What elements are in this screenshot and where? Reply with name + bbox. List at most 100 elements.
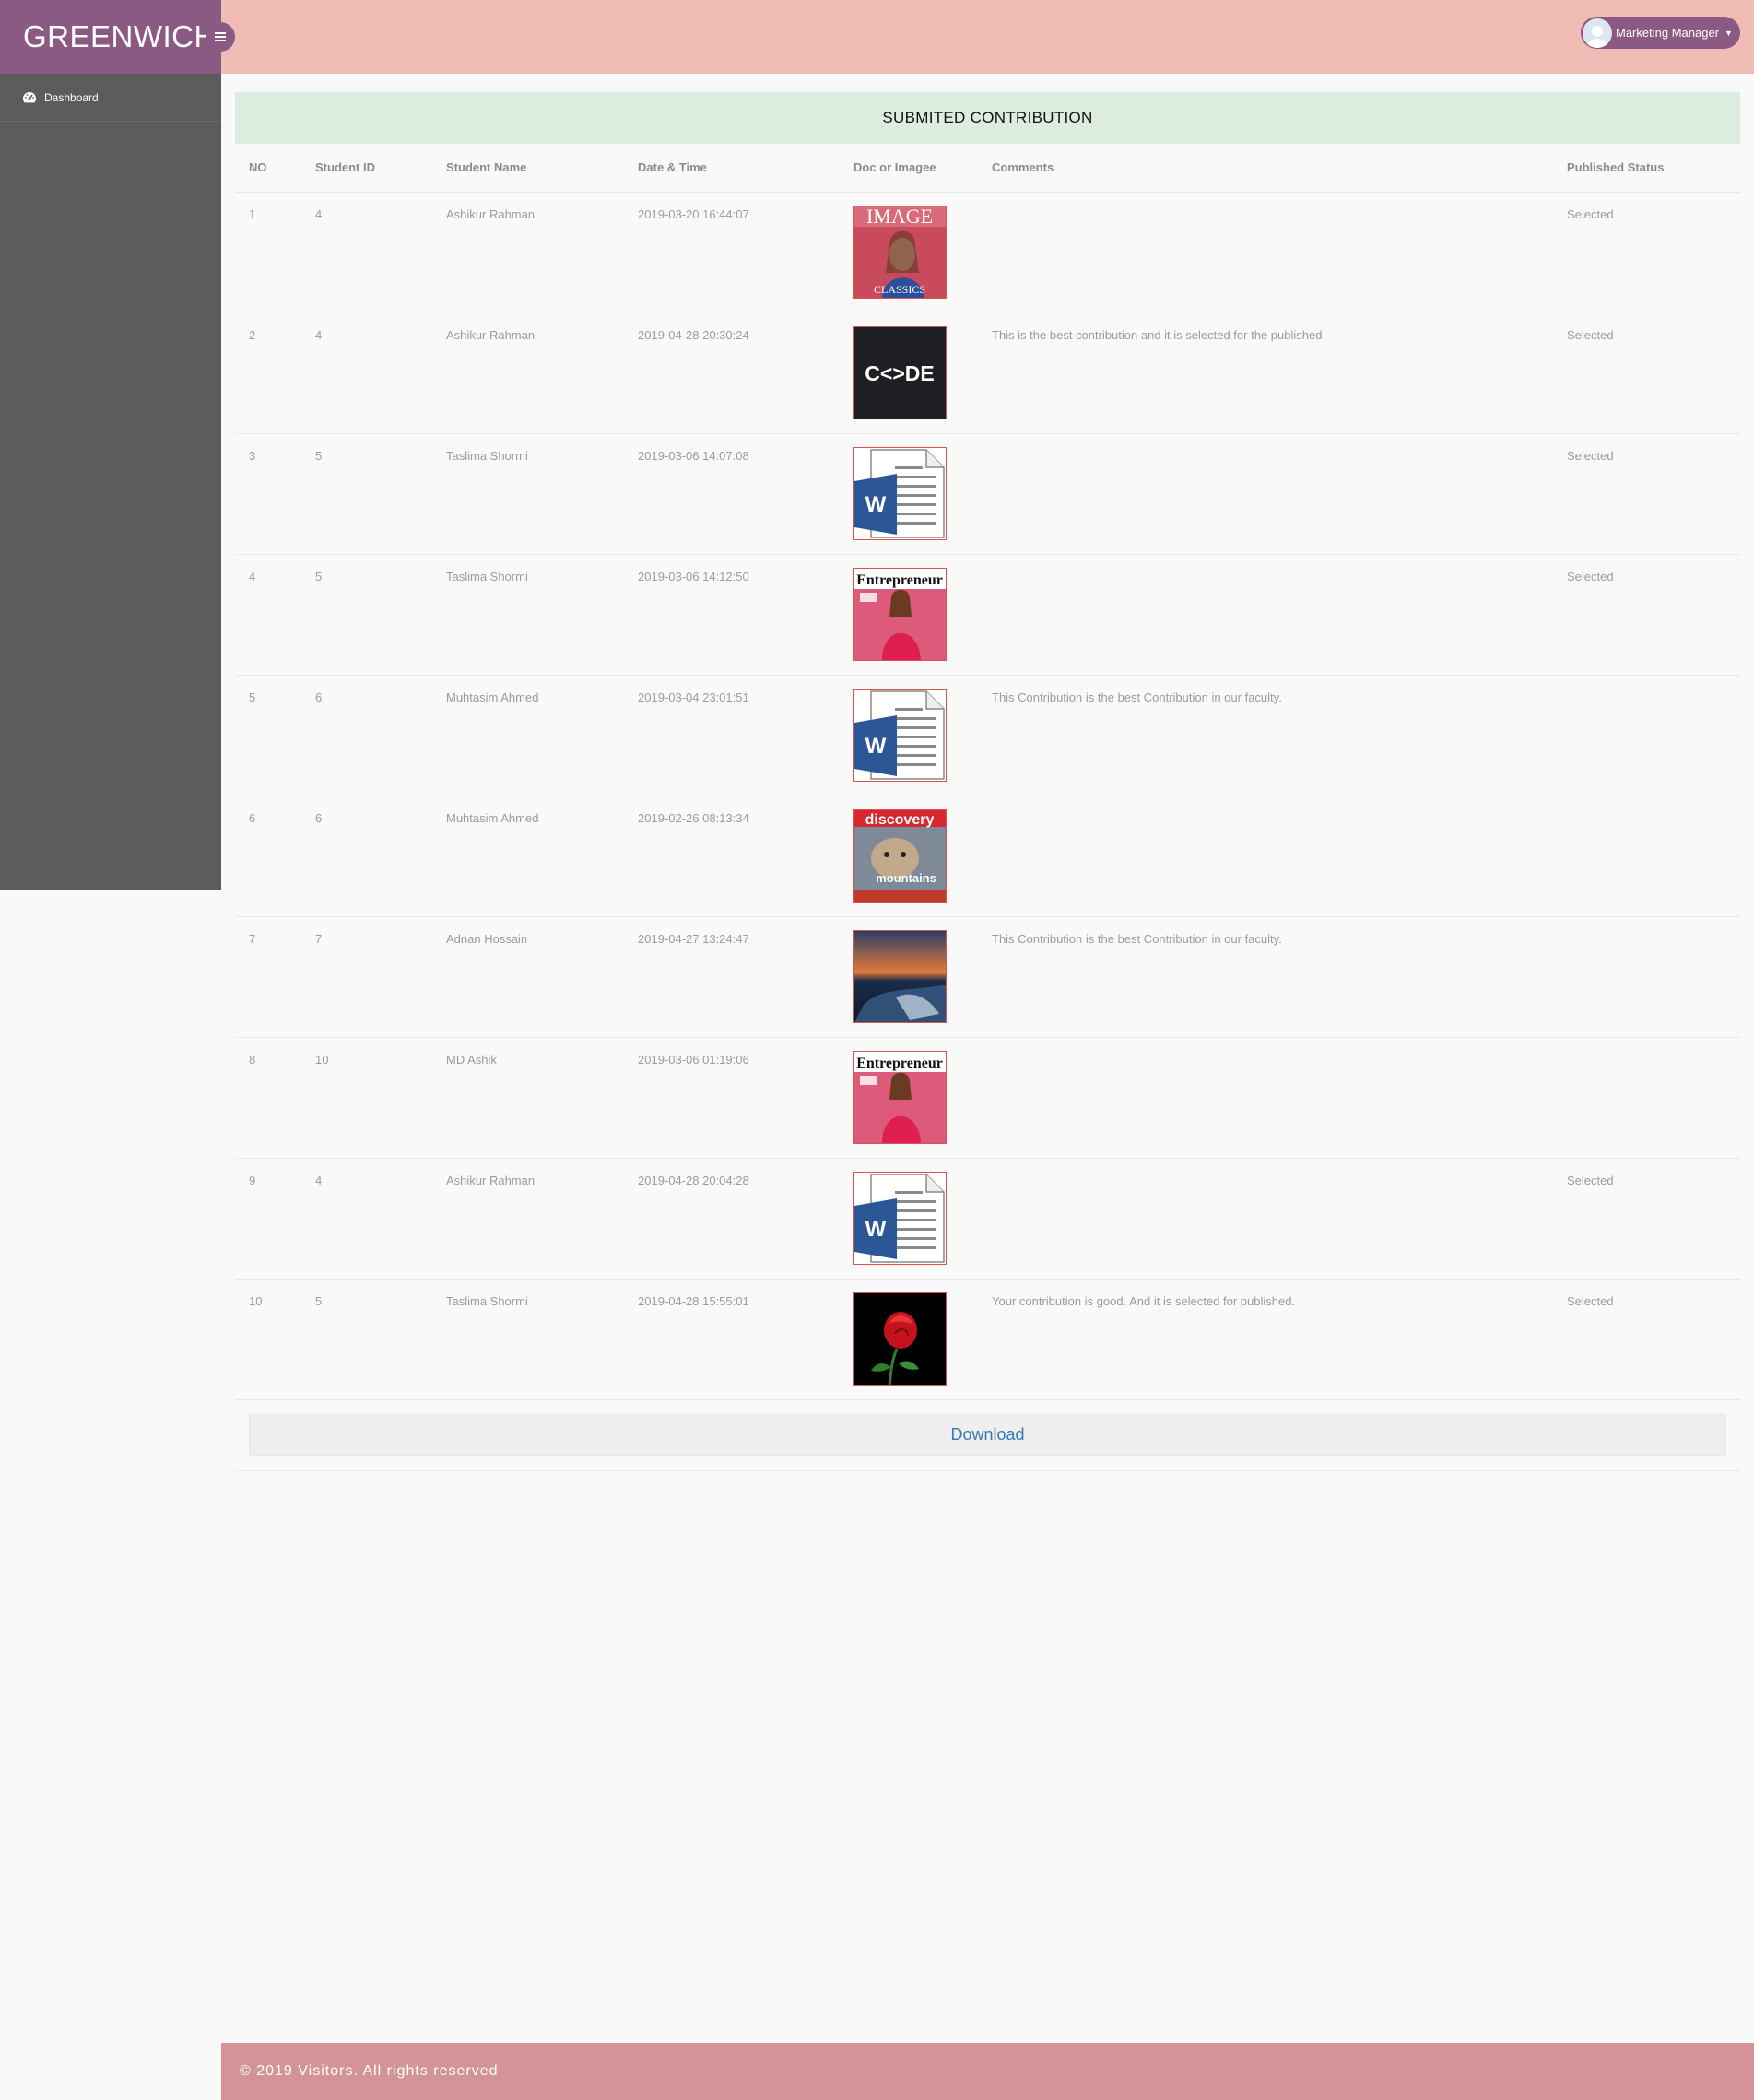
thumb-subtitle: CLASSICS	[874, 283, 925, 296]
cell-student-id: 10	[301, 1037, 432, 1159]
dashboard-icon	[23, 91, 36, 102]
word-doc-thumbnail[interactable]: W	[853, 1171, 947, 1265]
table-row: 6 6 Muhtasim Ahmed 2019-02-26 08:13:34 d…	[235, 796, 1740, 917]
thumb-title: IMAGE	[866, 206, 933, 228]
cell-comment	[978, 1037, 1553, 1159]
cell-student-id: 6	[301, 675, 432, 796]
cell-thumbnail: discovery mountains	[840, 796, 978, 917]
top-bar	[221, 0, 1754, 74]
table-row: 4 5 Taslima Shormi 2019-03-06 14:12:50 E…	[235, 554, 1740, 676]
cell-thumbnail: W	[840, 433, 978, 555]
cell-datetime: 2019-04-28 20:30:24	[624, 313, 840, 434]
cell-no: 2	[235, 313, 301, 434]
cell-comment: Your contribution is good. And it is sel…	[978, 1279, 1553, 1400]
user-avatar-icon	[1587, 25, 1607, 48]
cell-no: 8	[235, 1037, 301, 1159]
cell-student-name: Ashikur Rahman	[432, 1158, 624, 1280]
brand-logo[interactable]: GREENWICH	[0, 0, 221, 74]
cell-comment	[978, 796, 1553, 917]
cell-status: Selected	[1553, 192, 1740, 313]
download-button[interactable]: Download	[249, 1413, 1726, 1456]
cell-thumbnail	[840, 1279, 978, 1400]
cell-student-name: MD Ashik	[432, 1037, 624, 1159]
table-row: 7 7 Adnan Hossain 2019-04-27 13:24:47 Th…	[235, 916, 1740, 1038]
cell-student-name: Ashikur Rahman	[432, 313, 624, 434]
cell-comment: This is the best contribution and it is …	[978, 313, 1553, 434]
magazine-image-classics-thumbnail[interactable]: IMAGE CLASSICS	[853, 205, 947, 299]
table-row: 3 5 Taslima Shormi 2019-03-06 14:07:08 W…	[235, 433, 1740, 555]
thumb-title: W	[865, 734, 887, 759]
cell-datetime: 2019-04-27 13:24:47	[624, 916, 840, 1038]
cell-thumbnail: W	[840, 1158, 978, 1280]
cell-student-id: 4	[301, 1158, 432, 1280]
hamburger-icon	[215, 32, 226, 41]
table-row: 5 6 Muhtasim Ahmed 2019-03-04 23:01:51 W…	[235, 675, 1740, 796]
entrepreneur-magazine-thumbnail[interactable]: Entrepreneur	[853, 1050, 947, 1144]
cell-no: 3	[235, 433, 301, 555]
sidebar-item-label: Dashboard	[44, 90, 99, 104]
word-doc-thumbnail[interactable]: W	[853, 446, 947, 540]
cell-no: 9	[235, 1158, 301, 1280]
cell-datetime: 2019-03-06 01:19:06	[624, 1037, 840, 1159]
sunset-photo-thumbnail[interactable]	[853, 929, 947, 1023]
cell-datetime: 2019-04-28 20:04:28	[624, 1158, 840, 1280]
cell-thumbnail	[840, 916, 978, 1038]
cell-datetime: 2019-03-20 16:44:07	[624, 192, 840, 313]
column-header: Doc or Imagee	[840, 144, 978, 193]
thumb-title: Entrepreneur	[856, 1056, 943, 1071]
panel-title: SUBMITED CONTRIBUTION	[235, 92, 1740, 144]
cell-status	[1553, 796, 1740, 917]
cell-no: 6	[235, 796, 301, 917]
cell-comment	[978, 1158, 1553, 1280]
menu-toggle-button[interactable]	[206, 22, 235, 52]
user-role-label: Marketing Manager	[1616, 26, 1719, 40]
download-row: Download	[235, 1399, 1740, 1471]
thumb-title: W	[865, 492, 887, 517]
thumb-title: Entrepreneur	[856, 572, 943, 588]
column-header: Date & Time	[624, 144, 840, 193]
cell-status	[1553, 675, 1740, 796]
entrepreneur-magazine-thumbnail[interactable]: Entrepreneur	[853, 567, 947, 661]
word-doc-thumbnail[interactable]: W	[853, 688, 947, 782]
table-row: 2 4 Ashikur Rahman 2019-04-28 20:30:24 C…	[235, 313, 1740, 434]
code-logo-thumbnail[interactable]: C<>DE	[853, 325, 947, 419]
cell-student-name: Adnan Hossain	[432, 916, 624, 1038]
cell-student-name: Taslima Shormi	[432, 1279, 624, 1400]
column-header: Published Status	[1553, 144, 1740, 193]
footer-copyright: © 2019 Visitors. All rights reserved	[240, 2063, 499, 2079]
cell-student-name: Taslima Shormi	[432, 433, 624, 555]
cell-student-id: 5	[301, 433, 432, 555]
cell-status	[1553, 1037, 1740, 1159]
cell-thumbnail: Entrepreneur	[840, 554, 978, 676]
column-header: Student Name	[432, 144, 624, 193]
cell-student-name: Ashikur Rahman	[432, 192, 624, 313]
sidebar: Dashboard	[0, 74, 221, 890]
cell-thumbnail: IMAGE CLASSICS	[840, 192, 978, 313]
avatar	[1583, 18, 1612, 48]
cell-status: Selected	[1553, 554, 1740, 676]
cell-student-name: Muhtasim Ahmed	[432, 796, 624, 917]
column-header: Student ID	[301, 144, 432, 193]
cell-no: 7	[235, 916, 301, 1038]
cell-student-id: 4	[301, 192, 432, 313]
thumb-subtitle: mountains	[876, 871, 936, 885]
table-row: 10 5 Taslima Shormi 2019-04-28 15:55:01 …	[235, 1279, 1740, 1400]
user-menu-button[interactable]: Marketing Manager ▼	[1581, 17, 1740, 49]
cell-comment: This Contribution is the best Contributi…	[978, 916, 1553, 1038]
discovery-magazine-thumbnail[interactable]: discovery mountains	[853, 808, 947, 903]
table-row: 8 10 MD Ashik 2019-03-06 01:19:06 Entrep…	[235, 1037, 1740, 1159]
cell-student-id: 5	[301, 1279, 432, 1400]
cell-datetime: 2019-03-06 14:12:50	[624, 554, 840, 676]
cell-status: Selected	[1553, 1158, 1740, 1280]
sidebar-item-dashboard[interactable]: Dashboard	[0, 74, 221, 122]
cell-datetime: 2019-02-26 08:13:34	[624, 796, 840, 917]
rose-photo-thumbnail[interactable]	[853, 1292, 947, 1386]
column-header: Comments	[978, 144, 1553, 193]
table-row: 9 4 Ashikur Rahman 2019-04-28 20:04:28 W…	[235, 1158, 1740, 1280]
cell-status: Selected	[1553, 313, 1740, 434]
thumb-title: W	[865, 1217, 887, 1242]
table-row: 1 4 Ashikur Rahman 2019-03-20 16:44:07 I…	[235, 192, 1740, 313]
cell-thumbnail: C<>DE	[840, 313, 978, 434]
main-content: SUBMITED CONTRIBUTION NO Student ID Stud…	[235, 92, 1740, 1471]
cell-student-id: 6	[301, 796, 432, 917]
